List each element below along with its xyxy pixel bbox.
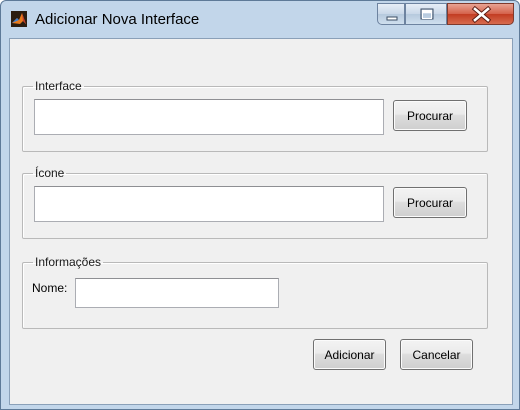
info-group-legend: Informações	[35, 255, 102, 269]
title-bar[interactable]: Adicionar Nova Interface	[1, 1, 519, 38]
maximize-button[interactable]	[405, 3, 447, 25]
close-button[interactable]	[447, 3, 514, 25]
icon-group-legend: Ícone	[35, 166, 65, 180]
cancel-button[interactable]: Cancelar	[400, 339, 473, 370]
interface-path-input[interactable]	[34, 99, 384, 135]
name-label: Nome:	[32, 281, 68, 295]
interface-group-legend: Interface	[35, 79, 82, 93]
icon-browse-button[interactable]: Procurar	[393, 187, 467, 218]
close-icon	[471, 5, 492, 24]
interface-browse-button[interactable]: Procurar	[393, 100, 467, 131]
matlab-logo-icon	[11, 11, 27, 27]
dialog-window: Adicionar Nova Interface Interface Procu	[0, 0, 520, 410]
name-input[interactable]	[75, 278, 279, 308]
add-button[interactable]: Adicionar	[313, 339, 386, 370]
minimize-button[interactable]	[377, 3, 405, 25]
dialog-client-area: Interface Procurar Ícone Procurar Inform…	[9, 38, 513, 405]
minimize-icon	[386, 16, 398, 21]
window-title: Adicionar Nova Interface	[35, 11, 200, 28]
icon-path-input[interactable]	[34, 186, 384, 222]
maximize-icon	[420, 8, 434, 20]
